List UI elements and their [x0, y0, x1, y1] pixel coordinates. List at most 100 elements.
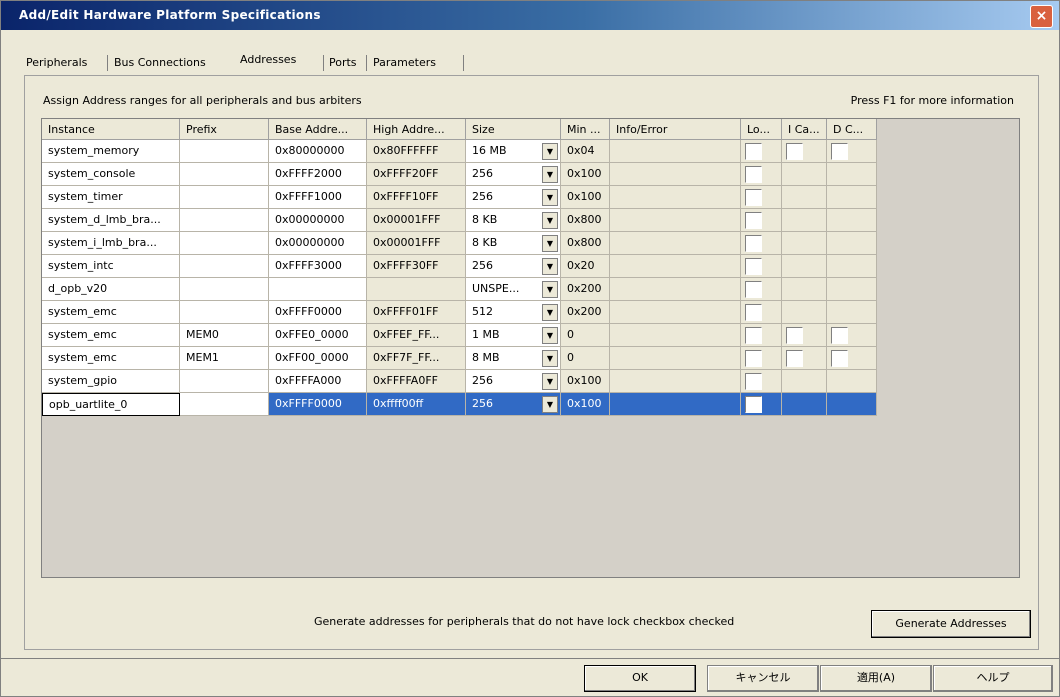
cell-prefix[interactable]: MEM0: [180, 324, 269, 347]
cell-base[interactable]: 0xFFFF0000: [269, 393, 367, 416]
column-header-size[interactable]: Size: [466, 119, 561, 140]
dcache-checkbox[interactable]: [831, 327, 848, 344]
chevron-down-icon[interactable]: ▼: [542, 396, 558, 413]
lock-checkbox[interactable]: [745, 143, 762, 160]
column-header-icache[interactable]: I Ca...: [782, 119, 827, 140]
chevron-down-icon[interactable]: ▼: [542, 143, 558, 160]
tab-parameters[interactable]: Parameters: [373, 53, 436, 73]
tab-addresses[interactable]: Addresses: [240, 50, 296, 70]
dcache-checkbox[interactable]: [831, 350, 848, 367]
cell-base[interactable]: 0xFFFF0000: [269, 301, 367, 324]
cell-base[interactable]: 0x80000000: [269, 140, 367, 163]
close-button[interactable]: ×: [1030, 5, 1053, 28]
tab-bus-connections[interactable]: Bus Connections: [114, 53, 206, 73]
cell-instance[interactable]: system_memory: [42, 140, 180, 163]
chevron-down-icon[interactable]: ▼: [542, 166, 558, 183]
cell-base[interactable]: 0xFF00_0000: [269, 347, 367, 370]
cell-min[interactable]: 0: [561, 324, 610, 347]
cell-info[interactable]: [610, 370, 741, 393]
cell-high[interactable]: 0x80FFFFFF: [367, 140, 466, 163]
cell-size[interactable]: 256 ▼: [466, 163, 561, 186]
cell-instance[interactable]: system_i_lmb_bra...: [42, 232, 180, 255]
cell-prefix[interactable]: [180, 232, 269, 255]
cell-min[interactable]: 0x100: [561, 186, 610, 209]
cell-info[interactable]: [610, 209, 741, 232]
chevron-down-icon[interactable]: ▼: [542, 281, 558, 298]
cell-info[interactable]: [610, 186, 741, 209]
tab-ports[interactable]: Ports: [329, 53, 357, 73]
chevron-down-icon[interactable]: ▼: [542, 212, 558, 229]
cell-base[interactable]: 0x00000000: [269, 209, 367, 232]
generate-addresses-button[interactable]: Generate Addresses: [871, 610, 1031, 638]
cell-min[interactable]: 0x200: [561, 301, 610, 324]
chevron-down-icon[interactable]: ▼: [542, 327, 558, 344]
cell-high[interactable]: 0xffff00ff: [367, 393, 466, 416]
lock-checkbox[interactable]: [745, 212, 762, 229]
cell-base[interactable]: 0xFFFF2000: [269, 163, 367, 186]
cell-base[interactable]: 0x00000000: [269, 232, 367, 255]
chevron-down-icon[interactable]: ▼: [542, 350, 558, 367]
cell-min[interactable]: 0x100: [561, 393, 610, 416]
lock-checkbox[interactable]: [745, 327, 762, 344]
column-header-prefix[interactable]: Prefix: [180, 119, 269, 140]
cell-min[interactable]: 0: [561, 347, 610, 370]
cell-size[interactable]: 8 MB ▼: [466, 347, 561, 370]
cell-size[interactable]: 512 ▼: [466, 301, 561, 324]
icache-checkbox[interactable]: [786, 350, 803, 367]
cell-size[interactable]: 256 ▼: [466, 255, 561, 278]
cell-instance[interactable]: d_opb_v20: [42, 278, 180, 301]
lock-checkbox[interactable]: [745, 258, 762, 275]
cell-size[interactable]: 16 MB ▼: [466, 140, 561, 163]
cell-prefix[interactable]: [180, 370, 269, 393]
cell-high[interactable]: 0x00001FFF: [367, 232, 466, 255]
cell-min[interactable]: 0x800: [561, 232, 610, 255]
chevron-down-icon[interactable]: ▼: [542, 189, 558, 206]
cell-high[interactable]: 0xFFEF_FF...: [367, 324, 466, 347]
cell-prefix[interactable]: [180, 301, 269, 324]
cell-info[interactable]: [610, 393, 741, 416]
cell-info[interactable]: [610, 324, 741, 347]
cell-info[interactable]: [610, 301, 741, 324]
tab-peripherals[interactable]: Peripherals: [26, 53, 87, 73]
chevron-down-icon[interactable]: ▼: [542, 304, 558, 321]
cell-instance[interactable]: system_d_lmb_bra...: [42, 209, 180, 232]
cell-instance[interactable]: system_emc: [42, 301, 180, 324]
column-header-info[interactable]: Info/Error: [610, 119, 741, 140]
cell-prefix[interactable]: [180, 186, 269, 209]
lock-checkbox[interactable]: [745, 235, 762, 252]
cell-instance[interactable]: system_console: [42, 163, 180, 186]
cell-prefix[interactable]: [180, 209, 269, 232]
cell-high[interactable]: 0xFFFF10FF: [367, 186, 466, 209]
chevron-down-icon[interactable]: ▼: [542, 373, 558, 390]
chevron-down-icon[interactable]: ▼: [542, 235, 558, 252]
cancel-button[interactable]: キャンセル: [707, 665, 819, 692]
cell-prefix[interactable]: [180, 278, 269, 301]
cell-size[interactable]: 256 ▼: [466, 370, 561, 393]
cell-info[interactable]: [610, 163, 741, 186]
column-header-high[interactable]: High Addre...: [367, 119, 466, 140]
cell-min[interactable]: 0x800: [561, 209, 610, 232]
ok-button[interactable]: OK: [584, 665, 696, 692]
apply-button[interactable]: 適用(A): [820, 665, 932, 692]
cell-info[interactable]: [610, 232, 741, 255]
lock-checkbox[interactable]: [745, 373, 762, 390]
cell-prefix[interactable]: [180, 393, 269, 416]
cell-min[interactable]: 0x100: [561, 163, 610, 186]
cell-high[interactable]: 0x00001FFF: [367, 209, 466, 232]
cell-base[interactable]: 0xFFFFA000: [269, 370, 367, 393]
cell-base[interactable]: [269, 278, 367, 301]
cell-high[interactable]: 0xFFFFA0FF: [367, 370, 466, 393]
column-header-dcache[interactable]: D C...: [827, 119, 877, 140]
cell-instance[interactable]: system_gpio: [42, 370, 180, 393]
help-button[interactable]: ヘルプ: [933, 665, 1053, 692]
lock-checkbox[interactable]: [745, 304, 762, 321]
cell-instance[interactable]: opb_uartlite_0: [42, 393, 180, 416]
column-header-lock[interactable]: Lo...: [741, 119, 782, 140]
cell-size[interactable]: 256 ▼: [466, 393, 561, 416]
cell-size[interactable]: 8 KB ▼: [466, 209, 561, 232]
cell-instance[interactable]: system_emc: [42, 324, 180, 347]
cell-prefix[interactable]: [180, 255, 269, 278]
cell-instance[interactable]: system_timer: [42, 186, 180, 209]
cell-size[interactable]: 8 KB ▼: [466, 232, 561, 255]
cell-instance[interactable]: system_intc: [42, 255, 180, 278]
